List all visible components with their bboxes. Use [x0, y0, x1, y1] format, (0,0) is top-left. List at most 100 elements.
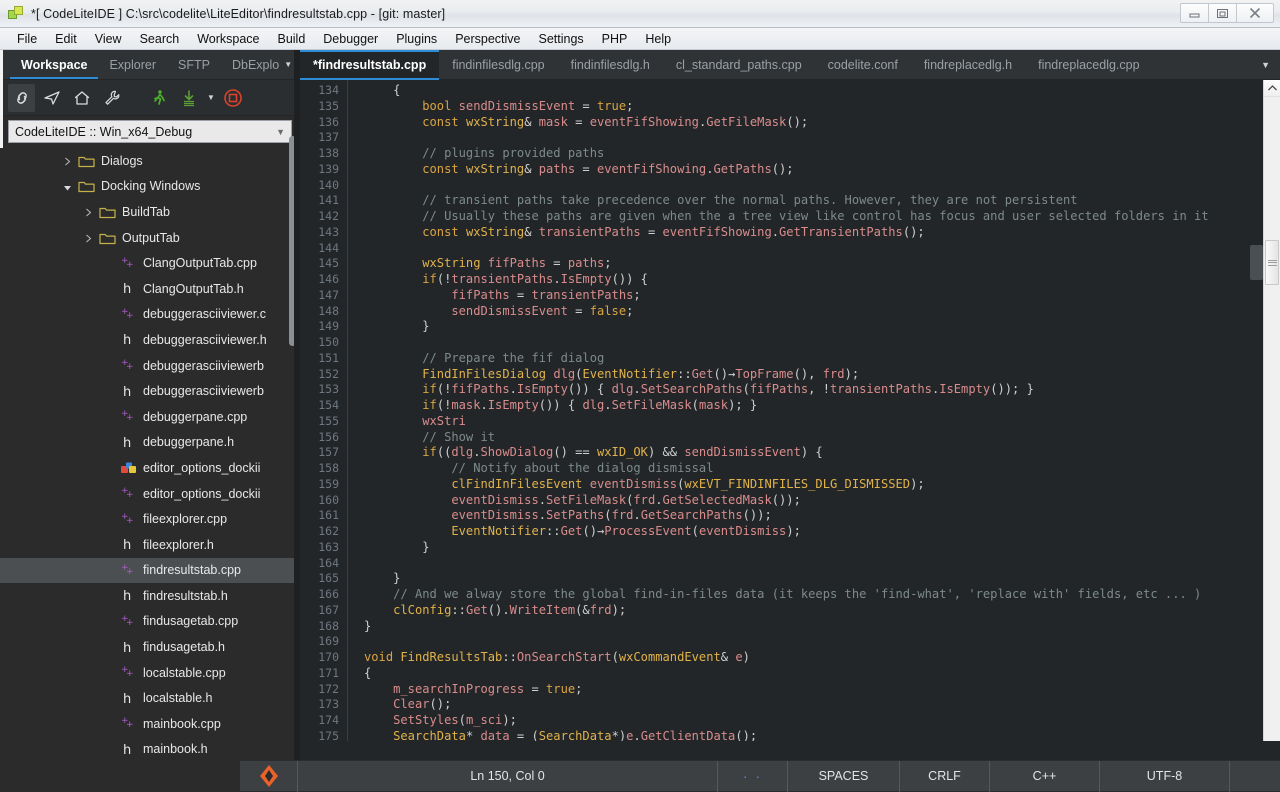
- code-line[interactable]: m_searchInProgress = true;: [360, 682, 1280, 698]
- code-line[interactable]: }: [360, 540, 1280, 556]
- code-line[interactable]: [360, 241, 1280, 257]
- code-line[interactable]: {: [360, 666, 1280, 682]
- code-line[interactable]: const wxString& paths = eventFifShowing.…: [360, 162, 1280, 178]
- tree-item[interactable]: ++localstable.cpp: [0, 660, 300, 686]
- tree-item[interactable]: ++mainbook.cpp: [0, 711, 300, 737]
- editor-tabs-overflow-icon[interactable]: ▼: [1251, 50, 1280, 79]
- menu-help[interactable]: Help: [636, 28, 680, 50]
- scrollbar-thumb[interactable]: [1265, 240, 1279, 285]
- editor-tab-findresultstab-cpp[interactable]: *findresultstab.cpp: [300, 50, 439, 79]
- code-line[interactable]: if((dlg.ShowDialog() == wxID_OK) && send…: [360, 445, 1280, 461]
- code-line[interactable]: // Notify about the dialog dismissal: [360, 461, 1280, 477]
- tree-item[interactable]: hlocalstable.h: [0, 685, 300, 711]
- tree-item[interactable]: ++debuggerasciiviewer.c: [0, 302, 300, 328]
- editor-tab-cl-standard-paths-cpp[interactable]: cl_standard_paths.cpp: [663, 50, 815, 79]
- paper-plane-icon[interactable]: [38, 84, 65, 112]
- editor-tab-codelite-conf[interactable]: codelite.conf: [815, 50, 911, 79]
- sidebar-tab-sftp[interactable]: SFTP: [167, 50, 221, 79]
- code-line[interactable]: EventNotifier::Get()→ProcessEvent(eventD…: [360, 524, 1280, 540]
- tree-item[interactable]: ++debuggerasciiviewerb: [0, 353, 300, 379]
- code-line[interactable]: // Show it: [360, 430, 1280, 446]
- stop-icon[interactable]: [220, 84, 247, 112]
- codelite-logo-icon[interactable]: [240, 761, 298, 792]
- language-mode[interactable]: C++: [990, 761, 1100, 792]
- maximize-button[interactable]: [1208, 3, 1237, 23]
- code-line[interactable]: [360, 178, 1280, 194]
- code-line[interactable]: // And we alway store the global find-in…: [360, 587, 1280, 603]
- tree-item[interactable]: ++ClangOutputTab.cpp: [0, 250, 300, 276]
- sidebar-tab-explorer[interactable]: Explorer: [98, 50, 167, 79]
- code-line[interactable]: bool sendDismissEvent = true;: [360, 99, 1280, 115]
- code-line[interactable]: void FindResultsTab::OnSearchStart(wxCom…: [360, 650, 1280, 666]
- code-line[interactable]: SetStyles(m_sci);: [360, 713, 1280, 729]
- menu-build[interactable]: Build: [268, 28, 314, 50]
- code-line[interactable]: }: [360, 619, 1280, 635]
- tree-item[interactable]: hfindresultstab.h: [0, 583, 300, 609]
- code-line[interactable]: // Usually these paths are given when th…: [360, 209, 1280, 225]
- run-icon[interactable]: [145, 84, 172, 112]
- code-line[interactable]: {: [360, 83, 1280, 99]
- menu-plugins[interactable]: Plugins: [387, 28, 446, 50]
- code-line[interactable]: [360, 556, 1280, 572]
- code-line[interactable]: }: [360, 319, 1280, 335]
- tree-item[interactable]: ++findusagetab.cpp: [0, 609, 300, 635]
- sidebar-tab-dbexplorer[interactable]: DbExplo ▼: [221, 50, 303, 79]
- code-line[interactable]: // transient paths take precedence over …: [360, 193, 1280, 209]
- editor-vertical-scrollbar[interactable]: [1263, 80, 1280, 741]
- tree-item[interactable]: ++findresultstab.cpp: [0, 558, 300, 584]
- menu-debugger[interactable]: Debugger: [314, 28, 387, 50]
- code-line[interactable]: wxString fifPaths = paths;: [360, 256, 1280, 272]
- editor-tab-findinfilesdlg-cpp[interactable]: findinfilesdlg.cpp: [439, 50, 557, 79]
- tree-item[interactable]: editor_options_dockii: [0, 455, 300, 481]
- code-line[interactable]: [360, 335, 1280, 351]
- link-icon[interactable]: [8, 84, 35, 112]
- tree-item[interactable]: OutputTab: [0, 225, 300, 251]
- tree-item[interactable]: hdebuggerpane.h: [0, 430, 300, 456]
- code-text-area[interactable]: { bool sendDismissEvent = true; const wx…: [360, 80, 1280, 741]
- code-line[interactable]: // plugins provided paths: [360, 146, 1280, 162]
- tree-item[interactable]: Dialogs: [0, 148, 300, 174]
- menu-search[interactable]: Search: [131, 28, 189, 50]
- menu-file[interactable]: File: [8, 28, 46, 50]
- collapse-arrow-icon[interactable]: [84, 232, 95, 243]
- menu-view[interactable]: View: [86, 28, 131, 50]
- scroll-up-icon[interactable]: [1264, 80, 1280, 97]
- code-line[interactable]: const wxString& mask = eventFifShowing.G…: [360, 115, 1280, 131]
- file-encoding[interactable]: UTF-8: [1100, 761, 1230, 792]
- build-icon[interactable]: [175, 84, 202, 112]
- code-line[interactable]: const wxString& transientPaths = eventFi…: [360, 225, 1280, 241]
- code-line[interactable]: FindInFilesDialog dlg(EventNotifier::Get…: [360, 367, 1280, 383]
- indent-mode[interactable]: SPACES: [788, 761, 900, 792]
- tree-item[interactable]: ++debuggerpane.cpp: [0, 404, 300, 430]
- code-line[interactable]: eventDismiss.SetPaths(frd.GetSearchPaths…: [360, 508, 1280, 524]
- code-line[interactable]: [360, 634, 1280, 650]
- menu-edit[interactable]: Edit: [46, 28, 86, 50]
- code-line[interactable]: SearchData* data = (SearchData*)e.GetCli…: [360, 729, 1280, 741]
- fold-margin[interactable]: [347, 80, 360, 741]
- tree-item[interactable]: hdebuggerasciiviewerb: [0, 378, 300, 404]
- code-line[interactable]: clFindInFilesEvent eventDismiss(wxEVT_FI…: [360, 477, 1280, 493]
- tree-item[interactable]: hfindusagetab.h: [0, 634, 300, 660]
- editor-tab-findreplacedlg-cpp[interactable]: findreplacedlg.cpp: [1025, 50, 1152, 79]
- collapse-arrow-icon[interactable]: [84, 206, 95, 217]
- code-line[interactable]: if(!fifPaths.IsEmpty()) { dlg.SetSearchP…: [360, 382, 1280, 398]
- tree-item[interactable]: hdebuggerasciiviewer.h: [0, 327, 300, 353]
- tree-item[interactable]: ++fileexplorer.cpp: [0, 506, 300, 532]
- chevron-down-icon[interactable]: ▼: [207, 93, 215, 102]
- tree-item[interactable]: hmainbook.h: [0, 737, 300, 763]
- code-line[interactable]: // Prepare the fif dialog: [360, 351, 1280, 367]
- chevron-down-icon[interactable]: ▼: [284, 60, 292, 69]
- minimize-button[interactable]: [1180, 3, 1209, 23]
- code-editor[interactable]: 1341351361371381391401411421431441451461…: [300, 80, 1280, 741]
- build-configuration-combo[interactable]: CodeLiteIDE :: Win_x64_Debug ▼: [8, 120, 292, 143]
- code-line[interactable]: clConfig::Get().WriteItem(&frd);: [360, 603, 1280, 619]
- menu-php[interactable]: PHP: [593, 28, 637, 50]
- menu-settings[interactable]: Settings: [530, 28, 593, 50]
- code-line[interactable]: if(!mask.IsEmpty()) { dlg.SetFileMask(ma…: [360, 398, 1280, 414]
- menu-workspace[interactable]: Workspace: [188, 28, 268, 50]
- code-line[interactable]: eventDismiss.SetFileMask(frd.GetSelected…: [360, 493, 1280, 509]
- wrench-icon[interactable]: [98, 84, 125, 112]
- code-line[interactable]: fifPaths = transientPaths;: [360, 288, 1280, 304]
- code-line[interactable]: [360, 130, 1280, 146]
- sidebar-tab-workspace[interactable]: Workspace: [10, 50, 98, 79]
